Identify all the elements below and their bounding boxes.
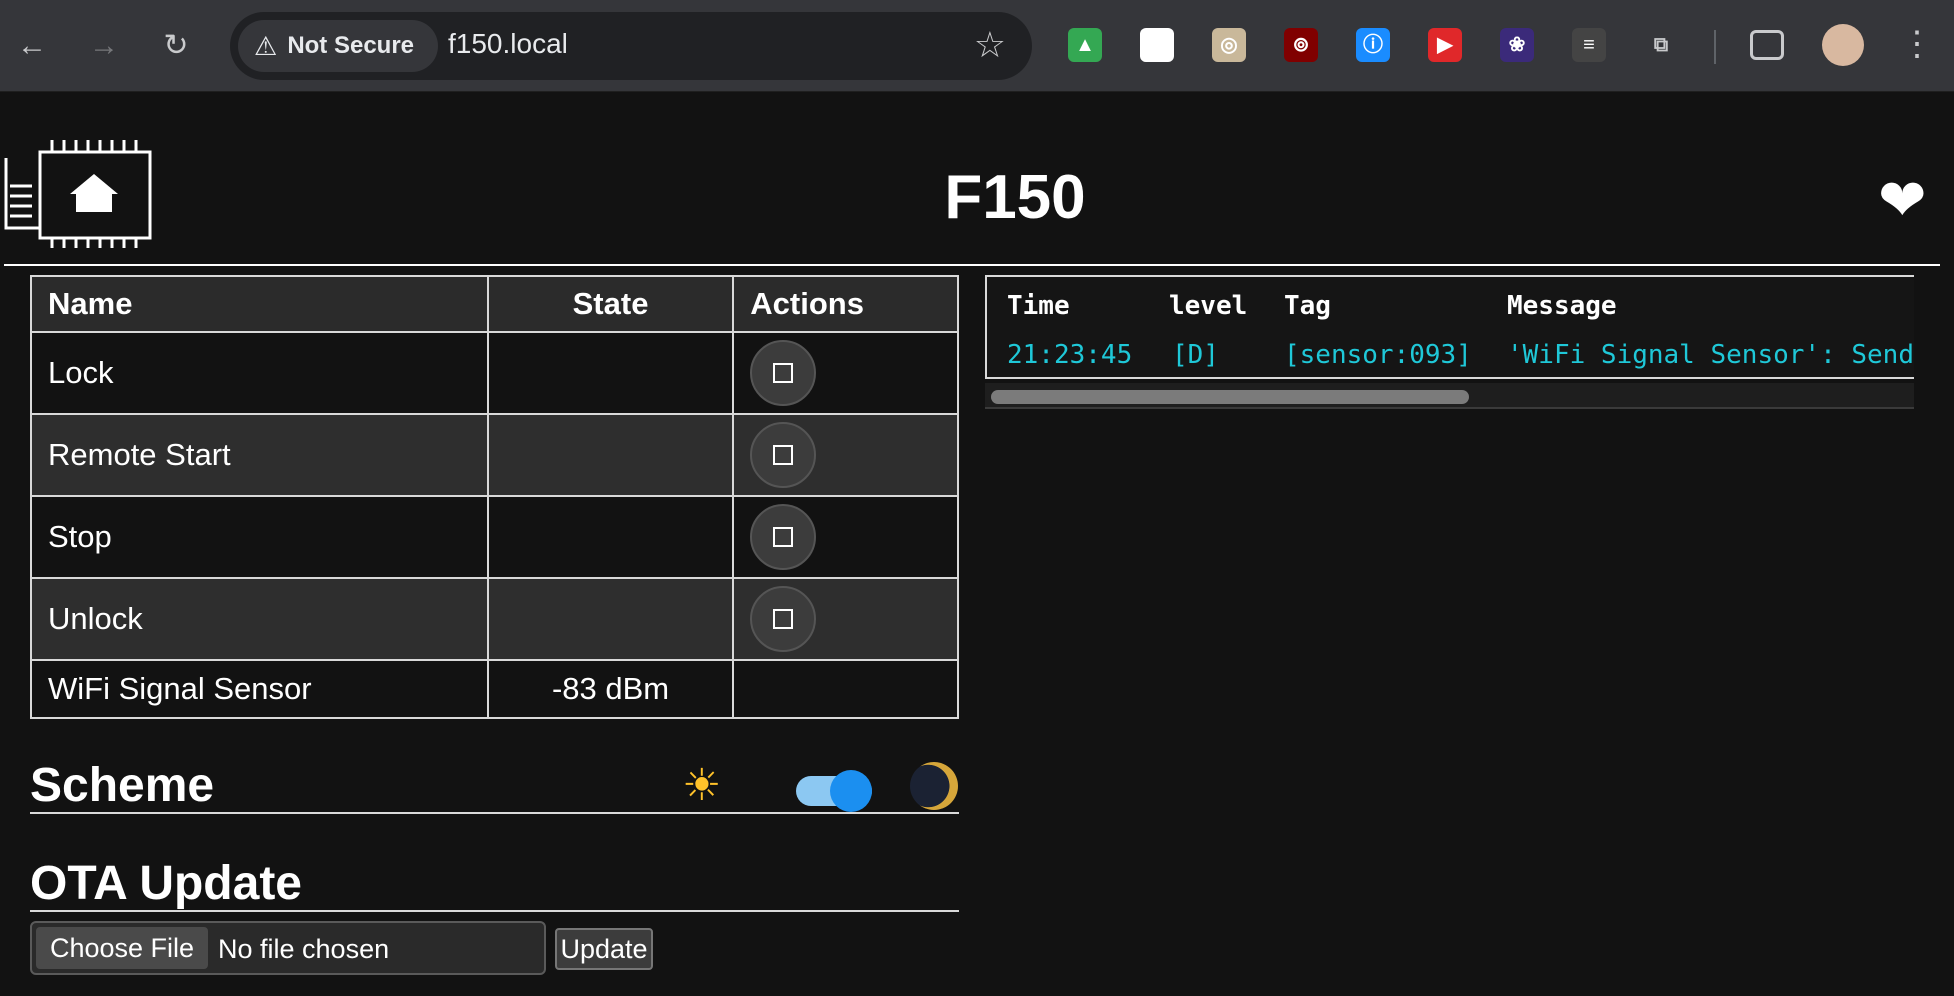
heart-icon[interactable]: ❤ bbox=[1878, 172, 1927, 230]
log-message: 'WiFi Signal Sensor': Send bbox=[1507, 340, 1914, 370]
entity-name: Stop bbox=[30, 495, 489, 579]
color-wheel-icon[interactable]: ❀ bbox=[1500, 28, 1534, 62]
column-header-state: State bbox=[486, 275, 735, 333]
log-header-time: Time bbox=[1007, 291, 1070, 321]
entity-name: Remote Start bbox=[30, 413, 489, 497]
security-chip[interactable]: ⚠ Not Secure bbox=[238, 20, 438, 72]
ota-divider bbox=[30, 910, 959, 912]
reader-mode-icon[interactable]: ≡ bbox=[1572, 28, 1606, 62]
log-time: 21:23:45 bbox=[1007, 340, 1133, 370]
moon-icon bbox=[910, 762, 958, 810]
reload-icon[interactable]: ↻ bbox=[156, 26, 196, 66]
warning-icon: ⚠ bbox=[254, 30, 278, 61]
dark-mode-toggle[interactable] bbox=[796, 770, 872, 812]
url-text[interactable]: f150.local bbox=[448, 28, 568, 60]
log-tag: [sensor:093] bbox=[1284, 340, 1472, 370]
forward-icon[interactable]: → bbox=[84, 26, 124, 66]
entity-name: WiFi Signal Sensor bbox=[30, 659, 489, 719]
table-row: Unlock bbox=[30, 577, 959, 661]
log-header-tag: Tag bbox=[1284, 291, 1331, 321]
browser-menu-icon[interactable]: ⋮ bbox=[1900, 22, 1934, 66]
bookmark-star-icon[interactable]: ☆ bbox=[974, 24, 1006, 66]
entity-actions bbox=[732, 577, 959, 661]
entity-actions bbox=[732, 659, 959, 719]
remote-start-button[interactable] bbox=[750, 422, 817, 488]
entity-actions bbox=[732, 331, 959, 415]
security-label: Not Secure bbox=[287, 32, 415, 59]
back-icon[interactable]: ← bbox=[12, 26, 52, 66]
ota-title: OTA Update bbox=[30, 857, 302, 910]
video-speed-icon[interactable]: ▶ bbox=[1428, 28, 1462, 62]
file-input[interactable]: Choose File No file chosen bbox=[30, 921, 546, 975]
side-panel-icon[interactable] bbox=[1750, 30, 1784, 60]
unlock-button[interactable] bbox=[750, 586, 817, 652]
page-title: F150 bbox=[944, 163, 1086, 232]
google-drive-icon[interactable]: ▲ bbox=[1068, 28, 1102, 62]
table-row: Lock bbox=[30, 331, 959, 415]
scheme-divider bbox=[30, 812, 959, 814]
log-panel: Time level Tag Message 21:23:45 [D] [sen… bbox=[985, 275, 1914, 379]
choose-file-button[interactable]: Choose File bbox=[36, 927, 208, 969]
table-row: Remote Start bbox=[30, 413, 959, 497]
log-horizontal-scrollbar[interactable] bbox=[985, 383, 1914, 409]
file-status: No file chosen bbox=[218, 934, 390, 964]
update-button[interactable]: Update bbox=[555, 928, 653, 970]
column-header-actions: Actions bbox=[732, 275, 959, 333]
scheme-title: Scheme bbox=[30, 759, 215, 812]
entity-state bbox=[486, 331, 735, 415]
table-header-row: Name State Actions bbox=[30, 275, 959, 333]
table-row: WiFi Signal Sensor -83 dBm bbox=[30, 659, 959, 719]
browser-toolbar: ← → ↻ ⚠ Not Secure f150.local ☆ ▲ ▣ ◎ ⊚ ⓘ ▶ ❀ ≡… bbox=[0, 0, 1954, 92]
log-header-message: Message bbox=[1507, 291, 1617, 321]
picture-in-picture-icon[interactable]: ▣ bbox=[1140, 28, 1174, 62]
address-bar[interactable]: ⚠ Not Secure f150.local ☆ bbox=[230, 12, 1032, 80]
toggle-knob bbox=[830, 770, 872, 812]
entity-state: -83 dBm bbox=[486, 659, 735, 719]
stop-square-icon bbox=[773, 609, 794, 629]
entity-state bbox=[486, 495, 735, 579]
owl-icon[interactable]: ◎ bbox=[1212, 28, 1246, 62]
1password-icon[interactable]: ⓘ bbox=[1356, 28, 1390, 62]
entity-state bbox=[486, 577, 735, 661]
entity-actions bbox=[732, 413, 959, 497]
entity-name: Lock bbox=[30, 331, 489, 415]
log-level: [D] bbox=[1172, 340, 1219, 370]
extensions-puzzle-icon[interactable]: ⧉ bbox=[1644, 28, 1678, 62]
stop-button[interactable] bbox=[750, 504, 817, 570]
stop-square-icon bbox=[773, 445, 794, 465]
stop-square-icon bbox=[773, 527, 794, 547]
stop-square-icon bbox=[773, 363, 794, 383]
log-header-level: level bbox=[1169, 291, 1248, 321]
profile-avatar[interactable] bbox=[1822, 24, 1864, 66]
sun-icon: ☀ bbox=[682, 761, 722, 810]
table-row: Stop bbox=[30, 495, 959, 579]
entity-name: Unlock bbox=[30, 577, 489, 661]
lock-button[interactable] bbox=[750, 340, 817, 406]
entity-actions bbox=[732, 495, 959, 579]
toolbar-separator bbox=[1714, 30, 1716, 64]
entity-table: Name State Actions Lock Remote Start Sto… bbox=[30, 275, 959, 719]
column-header-name: Name bbox=[30, 275, 489, 333]
header-divider bbox=[4, 264, 1940, 266]
scrollbar-thumb[interactable] bbox=[991, 390, 1469, 404]
ublock-origin-icon[interactable]: ⊚ bbox=[1284, 28, 1318, 62]
entity-state bbox=[486, 413, 735, 497]
